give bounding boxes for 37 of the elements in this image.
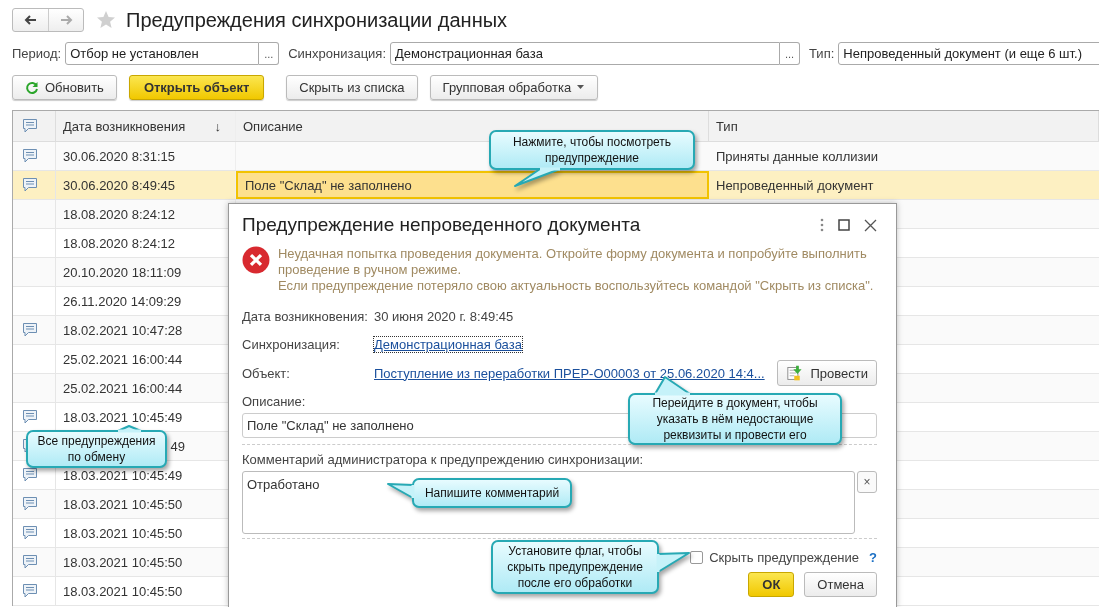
table-cell: Приняты данные коллизии — [716, 148, 879, 164]
table-cell: 25.02.2021 16:00:44 — [63, 351, 183, 367]
table-cell: 18.08.2020 8:24:12 — [63, 206, 176, 222]
table-cell: Поле "Склад" не заполнено — [245, 177, 412, 193]
table-cell: 18.03.2021 10:45:49 — [63, 409, 183, 425]
field-label: Описание: — [242, 394, 306, 409]
table-cell: 18.03.2021 10:45:50 — [63, 554, 183, 570]
table-cell: 30.06.2020 8:31:15 — [63, 148, 176, 164]
hint-tooltip: Напишите комментарий — [387, 478, 572, 508]
table-cell: 18.03.2021 10:45:50 — [63, 583, 183, 599]
field-label: Синхронизация: — [242, 336, 341, 352]
warning-message: Неудачная попытка проведения документа. Откройте форму документа и попробуйте выполнить проведение в ручном режиме. — [277, 246, 868, 278]
table-cell: 18.03.2021 10:45:49 — [63, 467, 183, 483]
field-label: Синхронизация: — [288, 46, 386, 61]
warning-message: Если предупреждение потеряло свою актуальность воспользуйтесь командой "Скрыть из списка". — [277, 278, 875, 294]
field-value: 30 июня 2020 г. 8:49:45 — [374, 308, 514, 324]
table-cell: 20.10.2020 18:11:09 — [63, 264, 182, 280]
table-cell: 30.06.2020 8:49:45 — [63, 177, 176, 193]
table-cell: 25.02.2021 16:00:44 — [63, 380, 183, 396]
dialog-title: Предупреждение непроведенного документа — [242, 214, 642, 236]
sort-mark: ↓ — [214, 118, 221, 134]
field-label: Период: — [12, 46, 62, 61]
table-cell: 18.08.2020 8:24:12 — [63, 235, 176, 251]
field-label: Дата возникновения: — [242, 308, 369, 324]
table-cell: 49 — [170, 438, 185, 454]
table-cell: 26.11.2020 14:09:29 — [63, 293, 182, 309]
table-cell: 18.03.2021 10:45:50 — [63, 496, 183, 512]
table-cell: 18.03.2021 10:45:50 — [63, 525, 183, 541]
table-cell: 18.02.2021 10:47:28 — [63, 322, 183, 338]
hint-tooltip: Все предупреждения по обмену — [26, 425, 167, 468]
hint-tooltip: Установите флаг, чтобы скрыть предупреждение после его обработки — [491, 540, 690, 594]
hint-tooltip: Нажмите, чтобы посмотреть предупреждение — [489, 130, 695, 187]
field-label: Тип: — [809, 46, 835, 61]
page-title: Предупреждения синхронизации данных — [126, 8, 508, 32]
field-label: Объект: — [242, 365, 291, 381]
table-cell: Непроведенный документ — [716, 177, 874, 193]
field-label: Комментарий администратора к предупреждению синхронизации: — [242, 452, 644, 467]
